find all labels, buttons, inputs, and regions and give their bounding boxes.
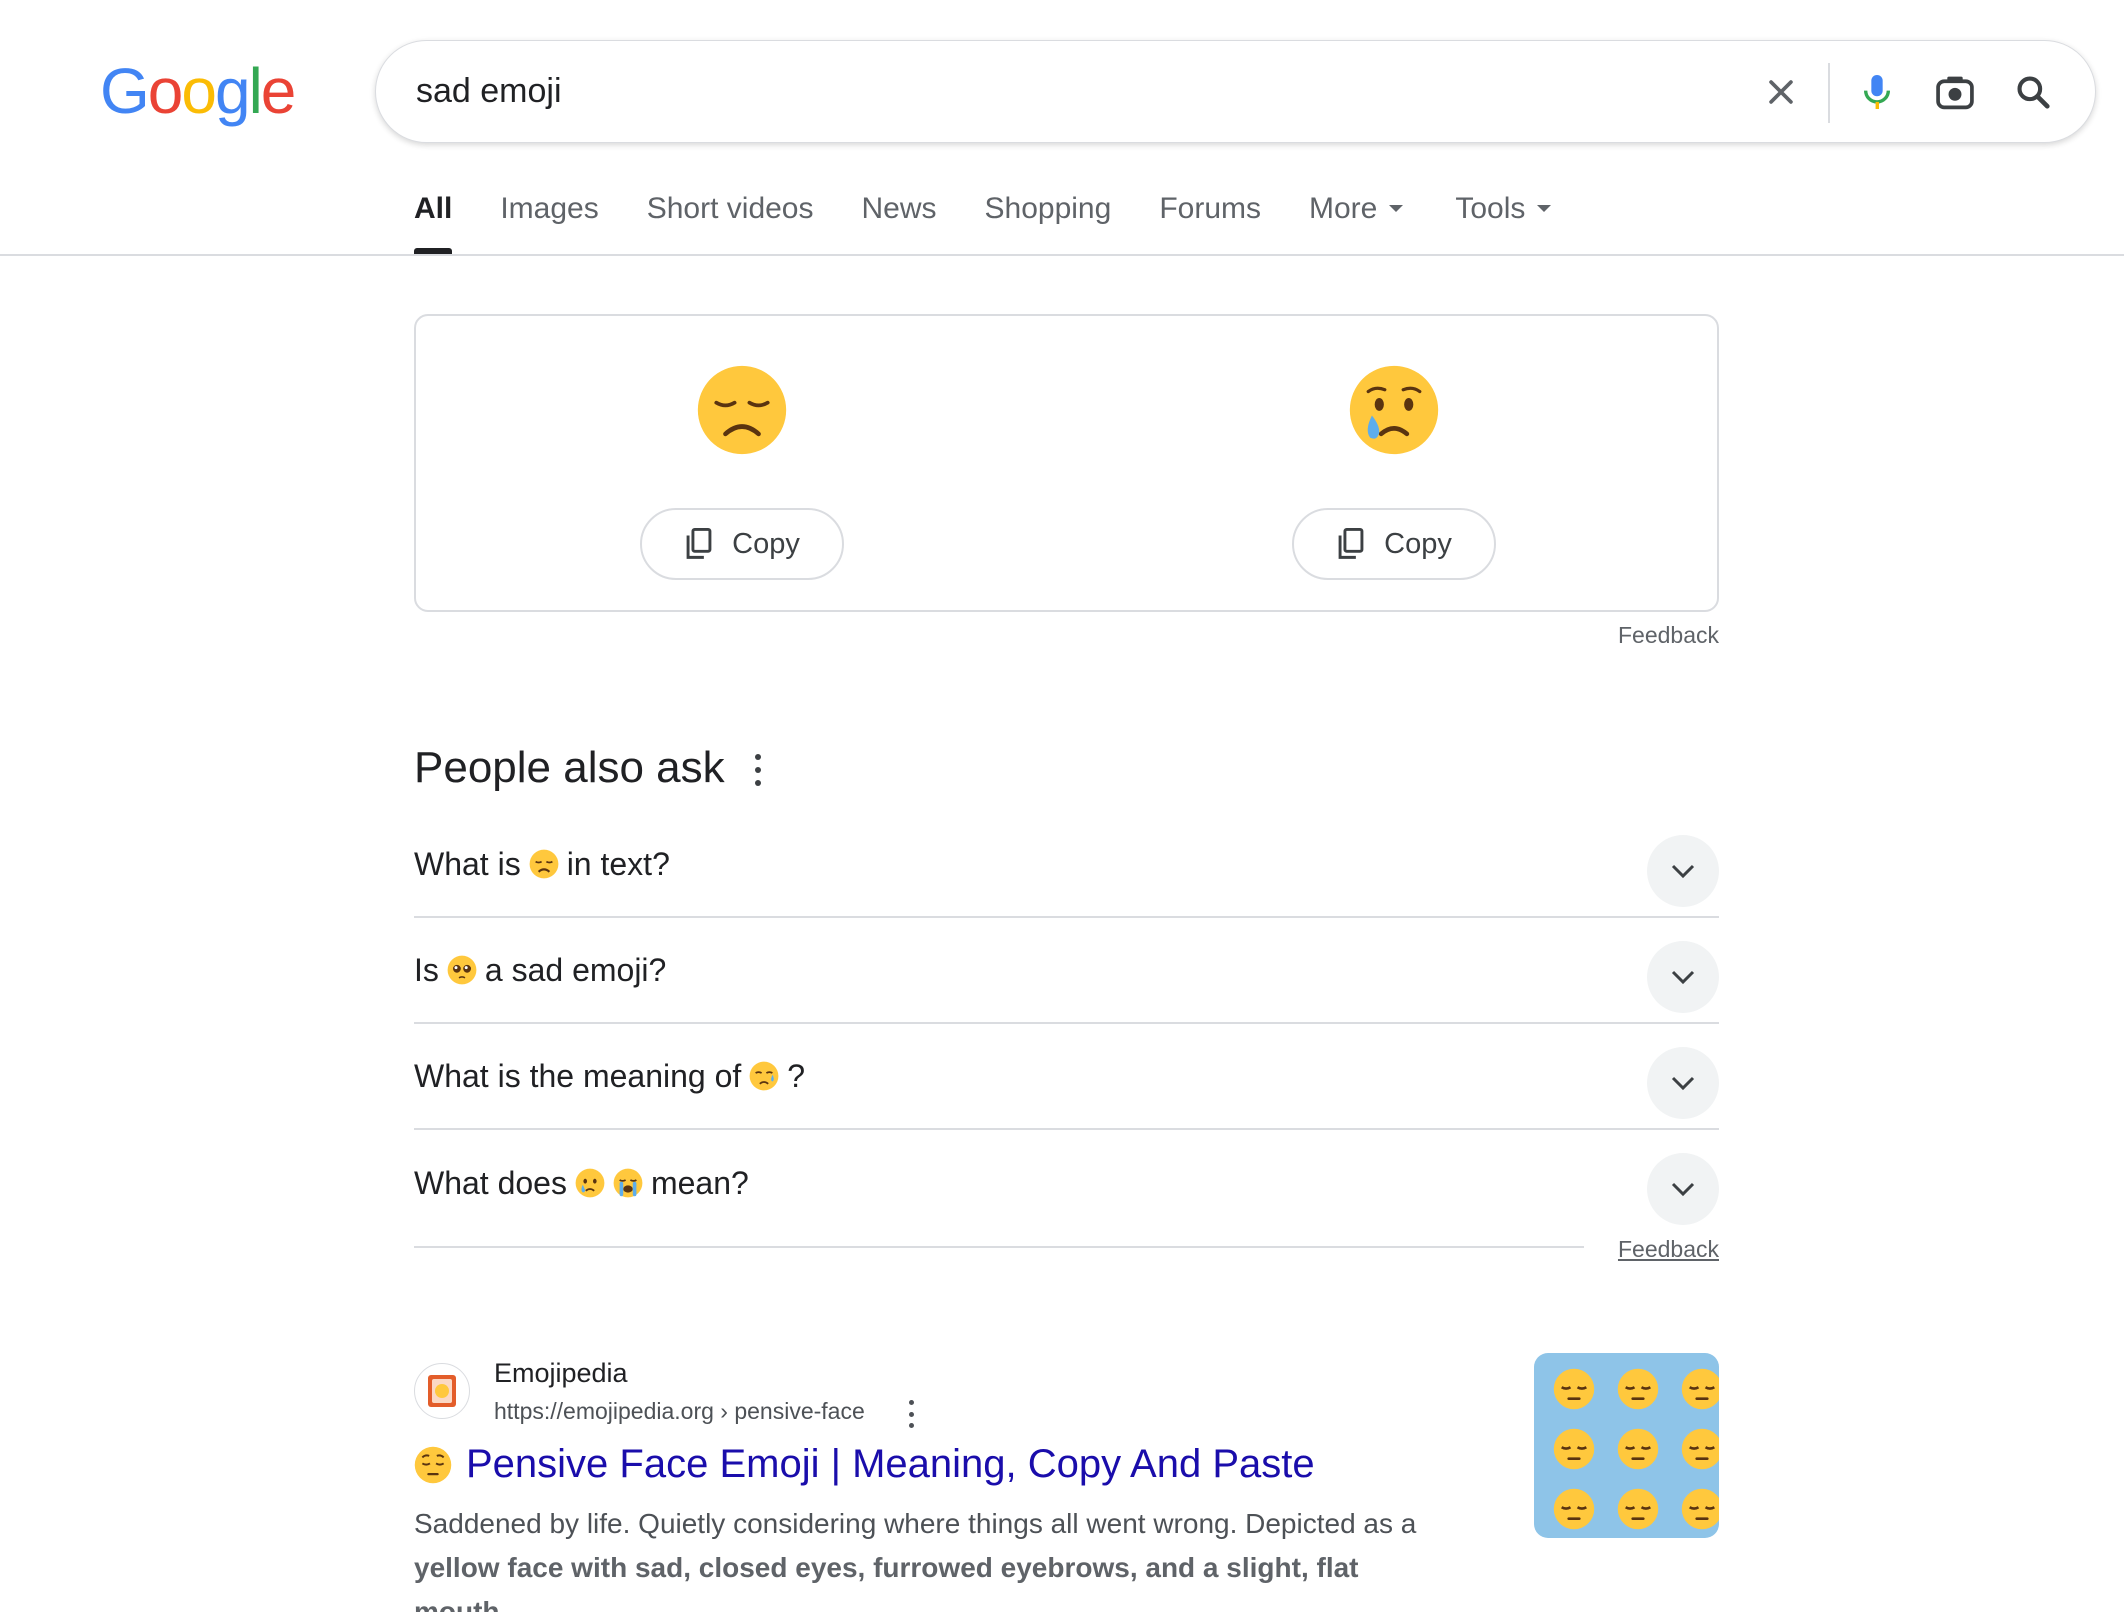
copy-icon [686,527,712,559]
sad-but-relieved-face-icon [749,1061,779,1091]
crying-face-icon [575,1168,605,1198]
feedback-link[interactable]: Feedback [1618,1236,1719,1263]
copy-button[interactable]: Copy [1292,508,1496,580]
logo-letter: g [214,55,251,127]
logo-letter: o [147,55,184,127]
close-icon[interactable] [1758,69,1804,115]
pensive-face-icon [414,1446,452,1483]
search-tabs: All Images Short videos News Shopping Fo… [414,192,1599,254]
pensive-face-icon [1681,1368,1719,1410]
paa-question-text: What does mean? [414,1164,749,1201]
chevron-down-icon[interactable] [1647,835,1719,907]
paa-question-text: What is the meaning of ? [414,1057,806,1094]
paa-divider [414,1246,1584,1248]
copy-icon [1338,527,1364,559]
result-url[interactable]: https://emojipedia.org › pensive-face [494,1398,865,1425]
loudly-crying-face-icon [613,1168,643,1198]
emoji-cell-disappointed: Copy [416,316,1068,612]
tab-shopping[interactable]: Shopping [985,192,1112,254]
google-logo[interactable]: Google [100,54,297,128]
result-snippet: Saddened by life. Quietly considering wh… [414,1508,1417,1612]
people-also-ask-list: What is in text? Is a sad emoji? What is… [414,812,1719,1236]
disappointed-face-icon [529,849,559,879]
pensive-face-icon [1617,1488,1659,1530]
feedback-link[interactable]: Feedback [1618,622,1719,649]
result-title-link[interactable]: Pensive Face Emoji | Meaning, Copy And P… [414,1442,1315,1487]
paa-question[interactable]: Is a sad emoji? [414,918,1719,1024]
pensive-face-icon [1553,1428,1595,1470]
search-input[interactable]: sad emoji [416,72,562,111]
more-options-icon[interactable] [905,1400,917,1428]
tab-tools[interactable]: Tools [1455,192,1552,254]
tab-news[interactable]: News [862,192,937,254]
people-also-ask-heading: People also ask [414,743,725,792]
emojipedia-favicon[interactable] [414,1363,470,1419]
search-icon[interactable] [2010,69,2056,115]
caret-down-icon [1389,205,1404,212]
paa-question-text: What is in text? [414,845,670,882]
logo-letter: e [260,55,297,127]
logo-letter: l [248,55,263,127]
pensive-face-icon [1617,1368,1659,1410]
mic-icon[interactable] [1854,69,1900,115]
caret-down-icon [1537,205,1552,212]
tab-forums[interactable]: Forums [1159,192,1261,254]
search-bar[interactable]: sad emoji [375,40,2096,143]
paa-question[interactable]: What does mean? [414,1130,1719,1236]
pleading-face-icon [447,955,477,985]
pensive-face-icon [1681,1488,1719,1530]
chevron-down-icon[interactable] [1647,1047,1719,1119]
paa-question-text: Is a sad emoji? [414,951,667,988]
paa-question[interactable]: What is in text? [414,812,1719,918]
logo-letter: G [100,55,150,127]
tab-all[interactable]: All [414,192,453,254]
result-thumbnail[interactable] [1534,1353,1719,1538]
tabs-divider [0,254,2124,256]
logo-letter: o [181,55,217,127]
search-divider [1828,63,1830,123]
emoji-cell-crying: Copy [1068,316,1720,612]
chevron-down-icon[interactable] [1647,941,1719,1013]
copy-button[interactable]: Copy [640,508,844,580]
chevron-down-icon[interactable] [1647,1153,1719,1225]
tab-more[interactable]: More [1309,192,1404,254]
emoji-card: Copy Copy [414,314,1719,612]
pensive-face-icon [1553,1488,1595,1530]
tab-short-videos[interactable]: Short videos [647,192,814,254]
result-site-name[interactable]: Emojipedia [494,1358,628,1389]
google-search-page: Google sad emoji All Images Short videos… [0,0,2124,1612]
more-options-icon[interactable] [748,754,768,786]
paa-question[interactable]: What is the meaning of ? [414,1024,1719,1130]
lens-icon[interactable] [1932,69,1978,115]
tab-images[interactable]: Images [500,192,598,254]
pensive-face-icon [1617,1428,1659,1470]
crying-face-icon [1349,365,1439,455]
pensive-face-icon [1553,1368,1595,1410]
pensive-face-icon [1681,1428,1719,1470]
disappointed-face-icon [697,365,787,455]
